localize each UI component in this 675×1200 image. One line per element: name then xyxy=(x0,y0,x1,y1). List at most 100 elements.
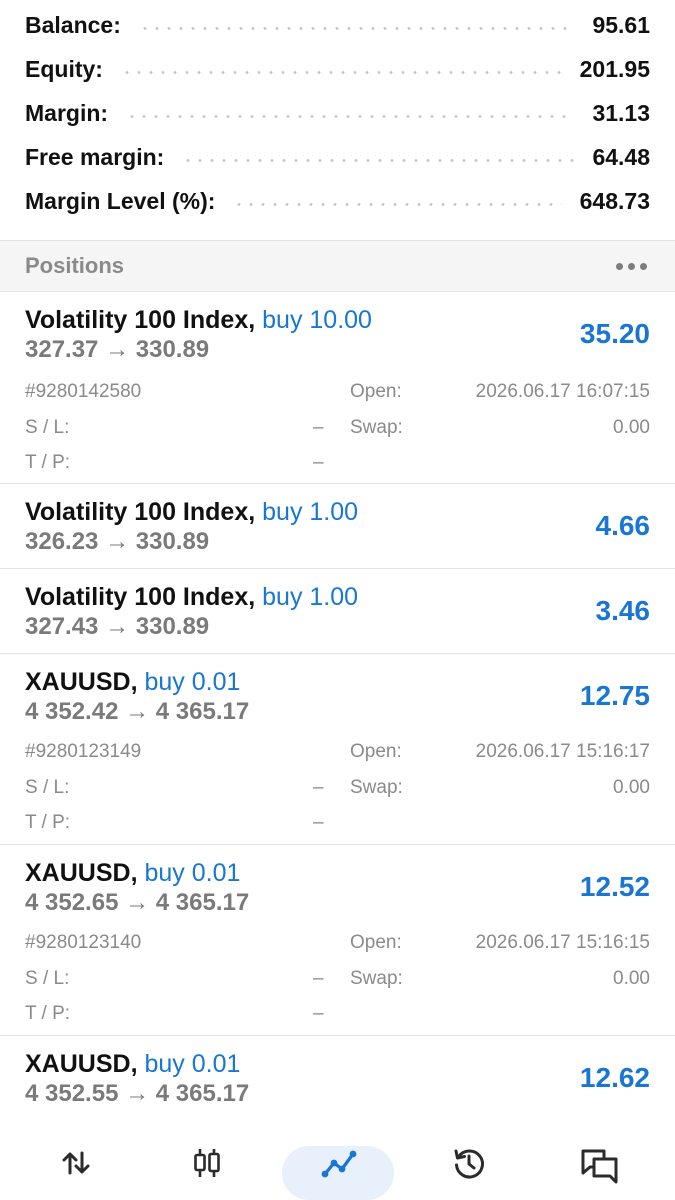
tp-label: T / P: xyxy=(25,812,71,833)
position-title: XAUUSD, buy 0.01 xyxy=(25,1050,240,1079)
free-margin-label: Free margin: xyxy=(25,143,165,170)
margin-level-label: Margin Level (%): xyxy=(25,187,216,214)
position-profit: 12.52 xyxy=(579,871,650,902)
quotes-arrows-icon xyxy=(62,1151,90,1175)
position-item[interactable]: Volatility 100 Index, buy 1.00 326.23 → … xyxy=(0,484,675,569)
position-symbol: XAUUSD, xyxy=(25,1050,138,1078)
position-prices: 327.37 → 330.89 xyxy=(25,336,210,363)
nav-trade[interactable] xyxy=(282,1146,394,1200)
position-title: XAUUSD, buy 0.01 xyxy=(25,859,240,888)
margin-level-value: 648.73 xyxy=(579,187,650,214)
position-direction: buy 0.01 xyxy=(144,859,241,887)
swap-label: Swap: xyxy=(350,968,403,989)
swap-value: 0.00 xyxy=(613,777,650,798)
position-profit: 12.62 xyxy=(579,1062,650,1093)
margin-row: Margin: 31.13 xyxy=(25,91,650,135)
open-time: 2026.06.17 16:07:15 xyxy=(475,381,650,402)
open-label: Open: xyxy=(350,381,402,402)
dotted-leader xyxy=(138,26,575,30)
equity-row: Equity: 201.95 xyxy=(25,47,650,91)
sl-label: S / L: xyxy=(25,417,70,438)
open-time: 2026.06.17 15:16:17 xyxy=(475,741,650,762)
candlestick-chart-icon xyxy=(194,1149,220,1177)
position-direction: buy 1.00 xyxy=(262,498,359,526)
position-item[interactable]: XAUUSD, buy 0.01 4 352.42 → 4 365.17 12.… xyxy=(0,654,675,845)
positions-header: Positions xyxy=(0,240,675,292)
position-direction: buy 1.00 xyxy=(262,583,359,611)
position-ticket: #9280123149 xyxy=(25,741,142,762)
free-margin-value: 64.48 xyxy=(592,143,650,170)
balance-label: Balance: xyxy=(25,11,121,38)
position-ticket: #9280142580 xyxy=(25,381,142,402)
position-ticket: #9280123140 xyxy=(25,932,142,953)
dot xyxy=(640,262,647,270)
tp-label: T / P: xyxy=(25,1003,71,1024)
sl-label: S / L: xyxy=(25,777,70,798)
nav-history[interactable] xyxy=(434,1146,504,1200)
position-item[interactable]: XAUUSD, buy 0.01 4 352.65 → 4 365.17 12.… xyxy=(0,845,675,1036)
position-item[interactable]: Volatility 100 Index, buy 10.00 327.37 →… xyxy=(0,292,675,484)
nav-messages[interactable] xyxy=(565,1146,635,1200)
position-title: Volatility 100 Index, buy 10.00 xyxy=(25,306,372,335)
dotted-leader xyxy=(182,158,575,162)
tp-value: – xyxy=(313,452,324,473)
margin-value: 31.13 xyxy=(592,99,650,126)
position-item[interactable]: Volatility 100 Index, buy 1.00 327.43 → … xyxy=(0,569,675,654)
position-direction: buy 10.00 xyxy=(262,306,372,334)
balance-value: 95.61 xyxy=(592,11,650,38)
open-label: Open: xyxy=(350,932,402,953)
swap-label: Swap: xyxy=(350,777,403,798)
account-summary: Balance: 95.61 Equity: 201.95 Margin: 31… xyxy=(0,0,675,240)
open-label: Open: xyxy=(350,741,402,762)
dot xyxy=(628,262,635,270)
position-prices: 4 352.65 → 4 365.17 xyxy=(25,889,250,916)
position-symbol: XAUUSD, xyxy=(25,668,138,696)
dot xyxy=(616,262,623,270)
free-margin-row: Free margin: 64.48 xyxy=(25,135,650,179)
position-profit: 3.46 xyxy=(595,595,651,626)
position-symbol: Volatility 100 Index, xyxy=(25,306,256,334)
position-prices: 326.23 → 330.89 xyxy=(25,528,210,555)
sl-value: – xyxy=(313,777,324,798)
tp-value: – xyxy=(313,812,324,833)
dotted-leader xyxy=(120,70,562,74)
margin-level-row: Margin Level (%): 648.73 xyxy=(25,179,650,223)
equity-label: Equity: xyxy=(25,55,103,82)
swap-label: Swap: xyxy=(350,417,403,438)
position-title: Volatility 100 Index, buy 1.00 xyxy=(25,583,358,612)
balance-row: Balance: 95.61 xyxy=(25,3,650,47)
margin-label: Margin: xyxy=(25,99,109,126)
position-direction: buy 0.01 xyxy=(144,1050,241,1078)
dotted-leader xyxy=(126,114,575,118)
position-symbol: Volatility 100 Index, xyxy=(25,583,256,611)
more-horizontal-icon[interactable] xyxy=(616,251,647,281)
position-profit: 35.20 xyxy=(579,318,650,349)
nav-quotes[interactable] xyxy=(41,1146,111,1200)
tp-value: – xyxy=(313,1003,324,1024)
chat-messages-icon xyxy=(581,1149,618,1184)
position-profit: 4.66 xyxy=(595,510,651,541)
position-item[interactable]: XAUUSD, buy 0.01 4 352.55 → 4 365.17 12.… xyxy=(0,1036,675,1121)
position-symbol: XAUUSD, xyxy=(25,859,138,887)
sl-label: S / L: xyxy=(25,968,70,989)
open-time: 2026.06.17 15:16:15 xyxy=(475,932,650,953)
tp-label: T / P: xyxy=(25,452,71,473)
bottom-navigation xyxy=(0,1128,675,1200)
swap-value: 0.00 xyxy=(613,417,650,438)
position-title: Volatility 100 Index, buy 1.00 xyxy=(25,498,358,527)
equity-value: 201.95 xyxy=(579,55,650,82)
position-prices: 4 352.55 → 4 365.17 xyxy=(25,1080,250,1107)
position-direction: buy 0.01 xyxy=(144,668,241,696)
position-title: XAUUSD, buy 0.01 xyxy=(25,668,240,697)
positions-title: Positions xyxy=(25,253,125,278)
sl-value: – xyxy=(313,968,324,989)
nav-chart[interactable] xyxy=(172,1146,242,1200)
position-symbol: Volatility 100 Index, xyxy=(25,498,256,526)
position-prices: 4 352.42 → 4 365.17 xyxy=(25,698,250,725)
dotted-leader xyxy=(233,202,562,206)
sl-value: – xyxy=(313,417,324,438)
trade-line-icon xyxy=(321,1150,357,1178)
position-profit: 12.75 xyxy=(579,680,650,711)
position-prices: 327.43 → 330.89 xyxy=(25,613,210,640)
swap-value: 0.00 xyxy=(613,968,650,989)
